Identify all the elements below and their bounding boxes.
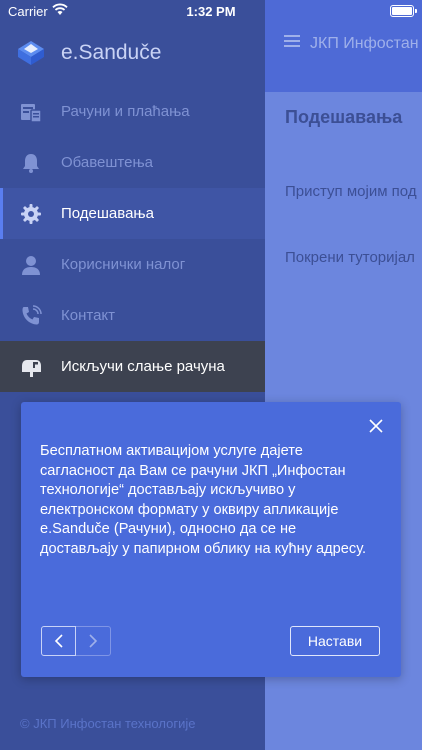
logo-icon (18, 41, 44, 65)
drawer-item-label: Кориснички налог (61, 256, 186, 273)
drawer-item-label: Контакт (61, 307, 116, 324)
bills-icon (20, 101, 42, 123)
brand-name: e.Sanduče (61, 41, 162, 64)
settings-row-tutorial[interactable]: Покрени туторијал (285, 249, 415, 266)
phone-icon (20, 304, 42, 327)
drawer-menu: Рачуни и плаћања Обавештења Подешавања К… (0, 86, 265, 392)
page-title: Подешавања (285, 107, 403, 127)
drawer-item-disable-billing[interactable]: Искључи слање рачуна (0, 341, 265, 392)
battery-icon (390, 5, 417, 17)
copyright-footer: © ЈКП Инфостан технологије (20, 716, 196, 731)
dialog-message: Бесплатном активацијом услуге дајете саг… (40, 443, 367, 557)
drawer-item-label: Искључи слање рачуна (61, 358, 225, 375)
gear-icon (20, 203, 42, 225)
drawer-item-label: Рачуни и плаћања (61, 103, 190, 120)
drawer-item-contact[interactable]: Контакт (0, 290, 265, 341)
chevron-right-icon (89, 634, 98, 648)
hamburger-icon[interactable] (284, 35, 300, 47)
drawer-item-label: Подешавања (61, 205, 154, 222)
drawer-item-settings[interactable]: Подешавања (0, 188, 265, 239)
dialog-pager (41, 626, 111, 656)
previous-button[interactable] (41, 626, 76, 656)
bell-icon (20, 152, 42, 174)
chevron-left-icon (54, 634, 63, 648)
continue-button[interactable]: Настави (290, 626, 380, 656)
brand: e.Sanduče (17, 38, 161, 68)
status-bar: Carrier 1:32 PM (0, 0, 422, 22)
close-icon[interactable] (369, 419, 383, 433)
drawer-item-notifications[interactable]: Обавештења (0, 137, 265, 188)
drawer-item-bills[interactable]: Рачуни и плаћања (0, 86, 265, 137)
next-button[interactable] (76, 626, 111, 656)
drawer-item-label: Обавештења (61, 154, 154, 171)
settings-row-access[interactable]: Приступ мојим под (285, 183, 417, 200)
mailbox-icon (20, 356, 42, 378)
drawer-item-account[interactable]: Кориснички налог (0, 239, 265, 290)
main-header-title: ЈКП Инфостан т (310, 35, 422, 52)
status-time: 1:32 PM (186, 4, 236, 19)
consent-dialog: Бесплатном активацијом услуге дајете саг… (21, 402, 401, 677)
user-icon (20, 254, 42, 276)
